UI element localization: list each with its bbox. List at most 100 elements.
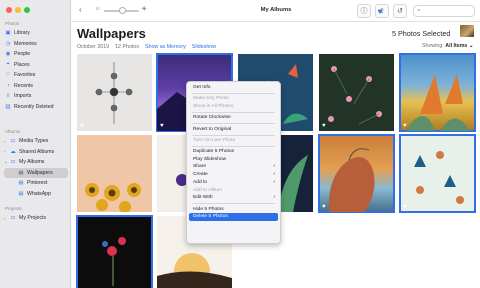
menu-item-label: Share [193,164,207,170]
menu-item-create[interactable]: Create › [187,171,280,179]
sidebar-item-label: Places [14,61,30,68]
favorite-heart-icon[interactable]: ♥ [322,123,326,129]
photo-artwork [102,237,126,286]
menu-item-label: Show in All Photos [193,103,234,109]
toolbar: ‹ ☼ ☀ My Albums ⓘ ⇪ ♥ ↺ ⌕ [71,0,480,22]
show-as-memory-link[interactable]: Show as Memory [145,44,186,50]
menu-item-get-info[interactable]: Get Info [187,84,280,92]
folder-icon: ▭ [10,138,16,144]
close-window-button[interactable] [6,7,12,13]
photo-image [400,54,475,131]
sidebar-item-label: Shared Albums [19,148,55,155]
photo-thumbnail[interactable] [76,215,153,288]
search-icon: ⌕ [417,7,421,14]
menu-item-play-slideshow[interactable]: Play Slideshow [187,156,280,164]
photo-thumbnail[interactable]: ♥ [319,54,394,131]
favorite-heart-icon[interactable]: ♥ [403,204,407,210]
photo-image [77,135,152,212]
photo-artwork [85,183,141,212]
sidebar-item-imports[interactable]: ⇩ Imports [4,91,68,101]
window-title: My Albums [260,7,292,13]
menu-item-hide-5-photos[interactable]: Hide 5 Photos [187,206,280,214]
sidebar-item-label: Library [14,30,30,36]
menu-item-delete-5-photos[interactable]: Delete 5 Photos [189,213,278,221]
rotate-icon[interactable]: ↺ [393,4,407,18]
menu-separator [192,203,275,205]
sidebar-item-places[interactable]: ⌖ Places [4,60,68,70]
menu-item-label: Create [193,172,208,178]
menu-item-revert-to-original[interactable]: Revert to Original [187,126,280,134]
search-field[interactable]: ⌕ [413,5,475,17]
photo-artwork [405,74,470,131]
menu-item-make-key-photo: Make Key Photo [187,95,280,103]
favorite-heart-icon[interactable]: ♥ [160,123,164,129]
sidebar-item-media-types[interactable]: › ▭ Media Types [4,136,68,146]
showing-value[interactable]: All Items ⌄ [445,43,473,49]
sidebar-item-label: WhatsApp [27,190,51,197]
memories-icon: ◷ [5,40,11,47]
showing-label: Showing: [422,43,444,49]
sidebar-item-pinterest[interactable]: ▤ Pinterest [4,178,68,188]
zoom-out-icon[interactable]: ☼ [95,6,101,12]
favorite-heart-icon[interactable]: ♥ [373,4,387,18]
sidebar-item-label: Wallpapers [27,169,53,176]
info-icon[interactable]: ⓘ [357,4,371,18]
menu-item-edit-with[interactable]: Edit With › [187,194,280,202]
favorite-heart-icon[interactable]: ♥ [322,204,326,210]
photo-image [319,54,394,131]
photo-count: 12 Photos [115,44,139,50]
photo-artwork [328,66,382,125]
photo-thumbnail[interactable]: ♥ [318,134,395,213]
sidebar-item-wallpapers[interactable]: ▤ Wallpapers [4,167,68,178]
sidebar-item-label: Media Types [19,138,49,144]
sidebar-item-my-albums[interactable]: ⌄ ▭ My Albums [4,157,68,167]
menu-item-label: Hide 5 Photos [193,206,224,212]
sidebar-item-my-projects[interactable]: › ▭ My Projects [4,213,68,223]
sidebar-item-shared-albums[interactable]: › ☁ Shared Albums [4,147,68,157]
menu-separator [192,145,275,147]
sidebar-item-label: My Projects [19,215,47,221]
zoom-in-icon[interactable]: ☀ [141,5,147,13]
menu-item-label: Make Key Photo [193,96,229,102]
context-menu: Get Info Make Key Photo Show in All Photos… [186,81,281,244]
menu-item-duplicate-5-photos[interactable]: Duplicate 5 Photos [187,148,280,156]
menu-separator [192,111,275,113]
menu-item-label: Play Slideshow [193,156,227,162]
menu-item-share[interactable]: Share › [187,163,280,171]
minimize-window-button[interactable] [15,7,21,13]
menu-item-rotate-clockwise[interactable]: Rotate Clockwise [187,114,280,122]
search-input[interactable] [425,7,473,16]
photo-image [400,135,475,212]
favorite-heart-icon[interactable]: ♥ [80,123,84,129]
menu-item-add-to[interactable]: Add to › [187,179,280,187]
sidebar-item-recents[interactable]: ◔ Recents [4,81,68,91]
photo-library-icon: ▣ [5,30,11,36]
sidebar-item-favorites[interactable]: ♡ Favorites [4,70,68,80]
slideshow-link[interactable]: Slideshow [192,44,216,50]
back-chevron-icon[interactable]: ‹ [79,5,82,14]
menu-item-label: Get Info [193,85,211,90]
sidebar-item-library[interactable]: ▣ Library [4,28,68,38]
sidebar-item-whatsapp[interactable]: ▤ WhatsApp [4,189,68,199]
album-icon: ▤ [18,180,24,186]
clock-icon: ◔ [6,82,10,89]
photo-thumbnail[interactable]: ♥ [399,53,476,132]
sidebar-item-people[interactable]: ◉ People [4,49,68,59]
zoom-window-button[interactable] [24,7,30,13]
photo-thumbnail[interactable]: ♥ [77,54,152,131]
showing-filter[interactable]: Showing: All Items ⌄ [422,43,473,49]
submenu-chevron-icon: › [273,163,275,170]
zoom-slider[interactable]: ☼ ☀ [95,5,149,15]
photo-thumbnail[interactable]: ♥ [399,134,476,213]
photo-thumbnail[interactable] [77,135,152,212]
sidebar-item-label: Recents [14,82,34,89]
menu-separator [192,92,275,94]
sidebar-item-label: Memories [14,40,37,47]
sidebar-section-heading: Albums [5,129,21,134]
zoom-slider-knob[interactable] [119,7,127,14]
sidebar-item-memories[interactable]: ◷ Memories [4,39,68,49]
favorite-heart-icon[interactable]: ♥ [403,123,407,129]
photo-image [319,135,394,212]
heart-icon: ♡ [5,72,11,78]
sidebar-item-recently-deleted[interactable]: ▥ Recently Deleted [4,102,68,112]
